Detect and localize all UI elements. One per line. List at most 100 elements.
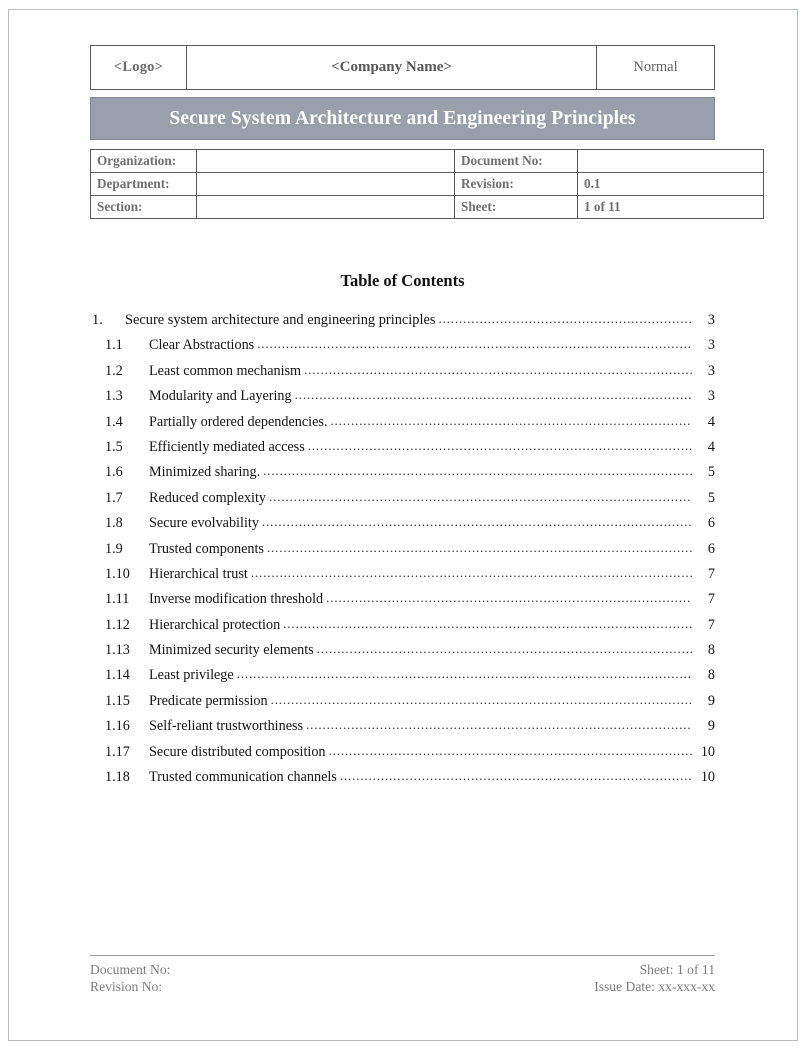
toc-entry[interactable]: 1.17 Secure distributed composition 10 <box>90 743 715 770</box>
toc-entry-page: 3 <box>707 337 715 354</box>
toc-dot-leader <box>267 541 692 554</box>
toc-entry[interactable]: 1.15 Predicate permission 9 <box>90 694 715 719</box>
toc-entry-title: Clear Abstractions <box>149 337 255 354</box>
toc-entry-title: Inverse modification threshold <box>149 591 324 608</box>
toc-entry[interactable]: 1.10 Hierarchical trust 7 <box>90 567 715 592</box>
toc-entry-title: Efficiently mediated access <box>149 438 305 455</box>
toc-entry-title: Secure system architecture and engineeri… <box>125 312 436 328</box>
header-row: <Logo> <Company Name> Normal <box>90 45 715 90</box>
toc-entry[interactable]: 1. Secure system architecture and enginee… <box>90 313 715 338</box>
toc-dot-leader <box>308 439 692 452</box>
table-row: Organization: Document No: <box>90 149 764 173</box>
department-value[interactable] <box>196 172 455 196</box>
toc-entry-number: 1.5 <box>105 438 123 455</box>
footer-document-no: Document No: <box>90 962 171 977</box>
toc-entry-page: 3 <box>707 388 715 405</box>
toc-entry-title: Minimized security elements <box>149 642 314 659</box>
toc-entry-number: 1.16 <box>105 718 130 735</box>
toc-entry-number: 1.13 <box>105 642 130 659</box>
toc-entry-title: Reduced complexity <box>149 489 267 506</box>
section-value[interactable] <box>196 195 455 219</box>
toc-dot-leader <box>438 312 692 325</box>
toc-entry-page: 3 <box>707 312 715 328</box>
footer-left-block: Document No: Revision No: <box>90 961 170 995</box>
header-identification-table: <Logo> <Company Name> Normal <box>90 45 715 90</box>
toc-entry-number: 1.4 <box>105 413 123 430</box>
sheet-label: Sheet: <box>454 195 578 219</box>
toc-entry-number: 1.1 <box>105 337 123 354</box>
toc-entry-number: 1. <box>92 312 103 328</box>
toc-entry-number: 1.14 <box>105 667 130 684</box>
toc-entry-page: 10 <box>700 769 715 786</box>
toc-entry-page: 7 <box>707 565 715 582</box>
toc-entry-number: 1.8 <box>105 515 123 532</box>
toc-entry-page: 6 <box>707 515 715 532</box>
toc-entry-page: 5 <box>707 489 715 506</box>
toc-entry-title: Secure evolvability <box>149 515 259 532</box>
toc-entry-number: 1.17 <box>105 743 130 760</box>
toc-entry[interactable]: 1.9 Trusted components 6 <box>90 540 715 567</box>
footer-right-block: Sheet: 1 of 11 Issue Date: xx-xxx-xx <box>594 961 715 995</box>
toc-dot-leader <box>306 718 692 731</box>
company-name-cell: <Company Name> <box>186 45 597 90</box>
toc-entry-title: Trusted communication channels <box>149 769 337 786</box>
toc-entry-title: Hierarchical protection <box>149 616 281 633</box>
toc-entry-page: 8 <box>707 667 715 684</box>
footer-columns: Document No: Revision No: Sheet: 1 of 11… <box>90 961 715 995</box>
sheet-value[interactable]: 1 of 11 <box>577 195 764 219</box>
toc-entry[interactable]: 1.6 Minimized sharing. 5 <box>90 465 715 490</box>
toc-dot-leader <box>317 642 692 655</box>
toc-entry-number: 1.10 <box>105 565 130 582</box>
document-page: <Logo> <Company Name> Normal Secure Syst… <box>0 0 807 1049</box>
toc-entry-title: Self-reliant trustworthiness <box>149 718 304 735</box>
toc-entry-number: 1.18 <box>105 769 130 786</box>
toc-dot-leader <box>257 337 692 350</box>
organization-label: Organization: <box>90 149 197 173</box>
toc-entry-page: 9 <box>707 718 715 735</box>
toc-entry-title: Predicate permission <box>149 692 268 709</box>
toc-entry[interactable]: 1.1 Clear Abstractions 3 <box>90 338 715 363</box>
toc-entry[interactable]: 1.18 Trusted communication channels 10 <box>90 770 715 795</box>
toc-dot-leader <box>251 566 692 579</box>
toc-dot-leader <box>283 617 692 630</box>
toc-entry-page: 3 <box>707 362 715 379</box>
toc-list: 1. Secure system architecture and enginee… <box>90 313 715 795</box>
toc-dot-leader <box>263 464 692 477</box>
toc-entry[interactable]: 1.5 Efficiently mediated access 4 <box>90 440 715 465</box>
toc-entry-number: 1.6 <box>105 464 123 481</box>
toc-entry[interactable]: 1.4 Partially ordered dependencies. 4 <box>90 413 715 440</box>
toc-entry[interactable]: 1.12 Hierarchical protection 7 <box>90 616 715 643</box>
toc-entry-title: Secure distributed composition <box>149 743 326 760</box>
toc-heading: Table of Contents <box>340 271 465 290</box>
toc-entry-title: Hierarchical trust <box>149 565 248 582</box>
document-no-value[interactable] <box>577 149 764 173</box>
toc-entry[interactable]: 1.16 Self-reliant trustworthiness 9 <box>90 719 715 744</box>
toc-entry[interactable]: 1.8 Secure evolvability 6 <box>90 516 715 541</box>
toc-entry-number: 1.12 <box>105 616 130 633</box>
classification-cell: Normal <box>596 45 715 90</box>
toc-entry-number: 1.2 <box>105 362 123 379</box>
toc-dot-leader <box>326 591 692 604</box>
toc-entry-page: 7 <box>707 591 715 608</box>
toc-entry-page: 7 <box>707 616 715 633</box>
revision-value[interactable]: 0.1 <box>577 172 764 196</box>
toc-entry[interactable]: 1.7 Reduced complexity 5 <box>90 491 715 516</box>
toc-dot-leader <box>330 414 692 427</box>
organization-value[interactable] <box>196 149 455 173</box>
toc-dot-leader <box>304 363 692 376</box>
footer-revision-no: Revision No: <box>90 979 163 994</box>
toc-entry[interactable]: 1.13 Minimized security elements 8 <box>90 643 715 668</box>
toc-entry[interactable]: 1.2 Least common mechanism 3 <box>90 364 715 389</box>
toc-dot-leader <box>329 744 692 757</box>
logo-cell: <Logo> <box>90 45 187 90</box>
department-label: Department: <box>90 172 197 196</box>
toc-dot-leader <box>271 693 692 706</box>
toc-entry[interactable]: 1.3 Modularity and Layering 3 <box>90 389 715 414</box>
toc-entry-page: 6 <box>707 540 715 557</box>
toc-entry[interactable]: 1.11 Inverse modification threshold 7 <box>90 592 715 617</box>
revision-label: Revision: <box>454 172 578 196</box>
toc-entry-page: 5 <box>707 464 715 481</box>
toc-entry[interactable]: 1.14 Least privilege 8 <box>90 668 715 693</box>
metadata-table-wrapper: Organization: Document No: Department: R… <box>90 149 764 219</box>
toc-entry-title: Partially ordered dependencies. <box>149 413 328 430</box>
